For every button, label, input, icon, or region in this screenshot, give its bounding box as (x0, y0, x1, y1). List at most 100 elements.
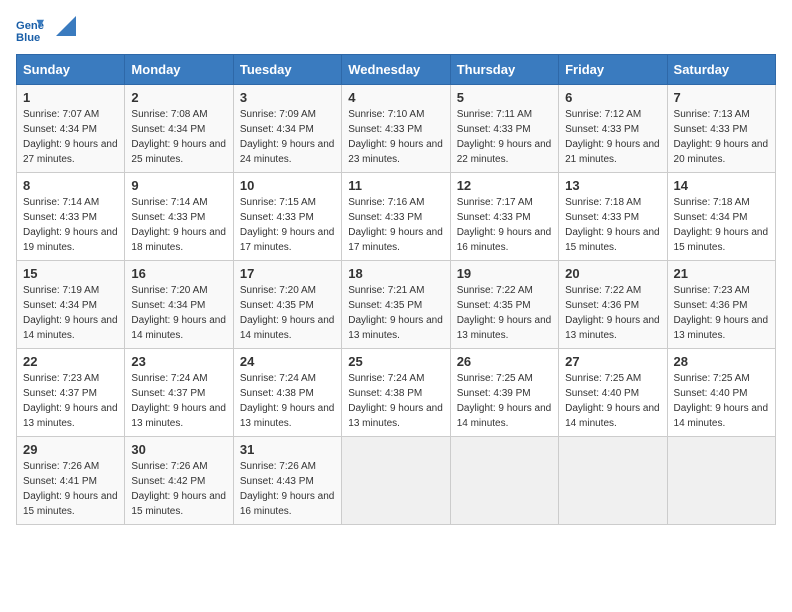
day-info: Sunrise: 7:14 AM Sunset: 4:33 PM Dayligh… (131, 197, 226, 253)
day-header-saturday: Saturday (667, 55, 775, 85)
day-number: 13 (565, 178, 660, 193)
day-info: Sunrise: 7:24 AM Sunset: 4:37 PM Dayligh… (131, 373, 226, 429)
day-number: 22 (23, 354, 118, 369)
day-number: 26 (457, 354, 552, 369)
day-number: 31 (240, 442, 335, 457)
day-info: Sunrise: 7:24 AM Sunset: 4:38 PM Dayligh… (348, 373, 443, 429)
day-header-monday: Monday (125, 55, 233, 85)
calendar-cell: 26 Sunrise: 7:25 AM Sunset: 4:39 PM Dayl… (450, 349, 558, 437)
calendar-cell: 7 Sunrise: 7:13 AM Sunset: 4:33 PM Dayli… (667, 85, 775, 173)
day-number: 2 (131, 90, 226, 105)
day-number: 24 (240, 354, 335, 369)
day-number: 30 (131, 442, 226, 457)
day-header-friday: Friday (559, 55, 667, 85)
day-number: 29 (23, 442, 118, 457)
calendar-cell: 24 Sunrise: 7:24 AM Sunset: 4:38 PM Dayl… (233, 349, 341, 437)
day-header-wednesday: Wednesday (342, 55, 450, 85)
day-header-tuesday: Tuesday (233, 55, 341, 85)
day-number: 23 (131, 354, 226, 369)
day-info: Sunrise: 7:23 AM Sunset: 4:36 PM Dayligh… (674, 285, 769, 341)
day-info: Sunrise: 7:26 AM Sunset: 4:41 PM Dayligh… (23, 461, 118, 517)
calendar-week-3: 15 Sunrise: 7:19 AM Sunset: 4:34 PM Dayl… (17, 261, 776, 349)
calendar-header-row: SundayMondayTuesdayWednesdayThursdayFrid… (17, 55, 776, 85)
calendar-cell: 21 Sunrise: 7:23 AM Sunset: 4:36 PM Dayl… (667, 261, 775, 349)
day-number: 5 (457, 90, 552, 105)
logo-triangle-icon (56, 16, 76, 36)
day-number: 18 (348, 266, 443, 281)
day-info: Sunrise: 7:26 AM Sunset: 4:42 PM Dayligh… (131, 461, 226, 517)
svg-text:Blue: Blue (16, 32, 40, 44)
day-number: 11 (348, 178, 443, 193)
day-info: Sunrise: 7:20 AM Sunset: 4:35 PM Dayligh… (240, 285, 335, 341)
calendar-cell: 4 Sunrise: 7:10 AM Sunset: 4:33 PM Dayli… (342, 85, 450, 173)
calendar-cell: 27 Sunrise: 7:25 AM Sunset: 4:40 PM Dayl… (559, 349, 667, 437)
day-number: 28 (674, 354, 769, 369)
day-info: Sunrise: 7:07 AM Sunset: 4:34 PM Dayligh… (23, 109, 118, 165)
day-info: Sunrise: 7:25 AM Sunset: 4:39 PM Dayligh… (457, 373, 552, 429)
day-number: 17 (240, 266, 335, 281)
calendar-cell (667, 437, 775, 525)
day-info: Sunrise: 7:22 AM Sunset: 4:35 PM Dayligh… (457, 285, 552, 341)
calendar-week-2: 8 Sunrise: 7:14 AM Sunset: 4:33 PM Dayli… (17, 173, 776, 261)
day-number: 7 (674, 90, 769, 105)
day-number: 16 (131, 266, 226, 281)
calendar-cell (559, 437, 667, 525)
calendar-cell: 31 Sunrise: 7:26 AM Sunset: 4:43 PM Dayl… (233, 437, 341, 525)
day-info: Sunrise: 7:26 AM Sunset: 4:43 PM Dayligh… (240, 461, 335, 517)
day-number: 4 (348, 90, 443, 105)
day-number: 3 (240, 90, 335, 105)
day-number: 10 (240, 178, 335, 193)
day-info: Sunrise: 7:25 AM Sunset: 4:40 PM Dayligh… (565, 373, 660, 429)
day-info: Sunrise: 7:10 AM Sunset: 4:33 PM Dayligh… (348, 109, 443, 165)
day-info: Sunrise: 7:08 AM Sunset: 4:34 PM Dayligh… (131, 109, 226, 165)
day-info: Sunrise: 7:09 AM Sunset: 4:34 PM Dayligh… (240, 109, 335, 165)
day-info: Sunrise: 7:16 AM Sunset: 4:33 PM Dayligh… (348, 197, 443, 253)
calendar-cell: 9 Sunrise: 7:14 AM Sunset: 4:33 PM Dayli… (125, 173, 233, 261)
calendar-cell: 14 Sunrise: 7:18 AM Sunset: 4:34 PM Dayl… (667, 173, 775, 261)
day-info: Sunrise: 7:15 AM Sunset: 4:33 PM Dayligh… (240, 197, 335, 253)
calendar-cell: 3 Sunrise: 7:09 AM Sunset: 4:34 PM Dayli… (233, 85, 341, 173)
day-info: Sunrise: 7:18 AM Sunset: 4:33 PM Dayligh… (565, 197, 660, 253)
day-number: 25 (348, 354, 443, 369)
calendar-cell: 12 Sunrise: 7:17 AM Sunset: 4:33 PM Dayl… (450, 173, 558, 261)
calendar-cell: 20 Sunrise: 7:22 AM Sunset: 4:36 PM Dayl… (559, 261, 667, 349)
calendar-cell (342, 437, 450, 525)
calendar-table: SundayMondayTuesdayWednesdayThursdayFrid… (16, 54, 776, 525)
calendar-cell: 16 Sunrise: 7:20 AM Sunset: 4:34 PM Dayl… (125, 261, 233, 349)
calendar-cell: 17 Sunrise: 7:20 AM Sunset: 4:35 PM Dayl… (233, 261, 341, 349)
day-info: Sunrise: 7:21 AM Sunset: 4:35 PM Dayligh… (348, 285, 443, 341)
day-info: Sunrise: 7:25 AM Sunset: 4:40 PM Dayligh… (674, 373, 769, 429)
calendar-cell: 6 Sunrise: 7:12 AM Sunset: 4:33 PM Dayli… (559, 85, 667, 173)
calendar-cell: 10 Sunrise: 7:15 AM Sunset: 4:33 PM Dayl… (233, 173, 341, 261)
day-number: 8 (23, 178, 118, 193)
day-number: 14 (674, 178, 769, 193)
day-info: Sunrise: 7:24 AM Sunset: 4:38 PM Dayligh… (240, 373, 335, 429)
day-number: 9 (131, 178, 226, 193)
calendar-cell: 5 Sunrise: 7:11 AM Sunset: 4:33 PM Dayli… (450, 85, 558, 173)
day-number: 19 (457, 266, 552, 281)
calendar-week-1: 1 Sunrise: 7:07 AM Sunset: 4:34 PM Dayli… (17, 85, 776, 173)
calendar-cell: 1 Sunrise: 7:07 AM Sunset: 4:34 PM Dayli… (17, 85, 125, 173)
logo: General Blue (16, 16, 76, 44)
calendar-cell: 28 Sunrise: 7:25 AM Sunset: 4:40 PM Dayl… (667, 349, 775, 437)
calendar-cell: 22 Sunrise: 7:23 AM Sunset: 4:37 PM Dayl… (17, 349, 125, 437)
day-info: Sunrise: 7:17 AM Sunset: 4:33 PM Dayligh… (457, 197, 552, 253)
day-number: 15 (23, 266, 118, 281)
day-info: Sunrise: 7:14 AM Sunset: 4:33 PM Dayligh… (23, 197, 118, 253)
day-info: Sunrise: 7:22 AM Sunset: 4:36 PM Dayligh… (565, 285, 660, 341)
calendar-cell: 11 Sunrise: 7:16 AM Sunset: 4:33 PM Dayl… (342, 173, 450, 261)
day-number: 20 (565, 266, 660, 281)
calendar-week-4: 22 Sunrise: 7:23 AM Sunset: 4:37 PM Dayl… (17, 349, 776, 437)
calendar-cell: 30 Sunrise: 7:26 AM Sunset: 4:42 PM Dayl… (125, 437, 233, 525)
calendar-cell: 29 Sunrise: 7:26 AM Sunset: 4:41 PM Dayl… (17, 437, 125, 525)
calendar-cell (450, 437, 558, 525)
day-info: Sunrise: 7:18 AM Sunset: 4:34 PM Dayligh… (674, 197, 769, 253)
calendar-cell: 13 Sunrise: 7:18 AM Sunset: 4:33 PM Dayl… (559, 173, 667, 261)
calendar-cell: 25 Sunrise: 7:24 AM Sunset: 4:38 PM Dayl… (342, 349, 450, 437)
day-number: 6 (565, 90, 660, 105)
calendar-week-5: 29 Sunrise: 7:26 AM Sunset: 4:41 PM Dayl… (17, 437, 776, 525)
day-info: Sunrise: 7:20 AM Sunset: 4:34 PM Dayligh… (131, 285, 226, 341)
day-header-thursday: Thursday (450, 55, 558, 85)
day-info: Sunrise: 7:13 AM Sunset: 4:33 PM Dayligh… (674, 109, 769, 165)
day-info: Sunrise: 7:11 AM Sunset: 4:33 PM Dayligh… (457, 109, 552, 165)
